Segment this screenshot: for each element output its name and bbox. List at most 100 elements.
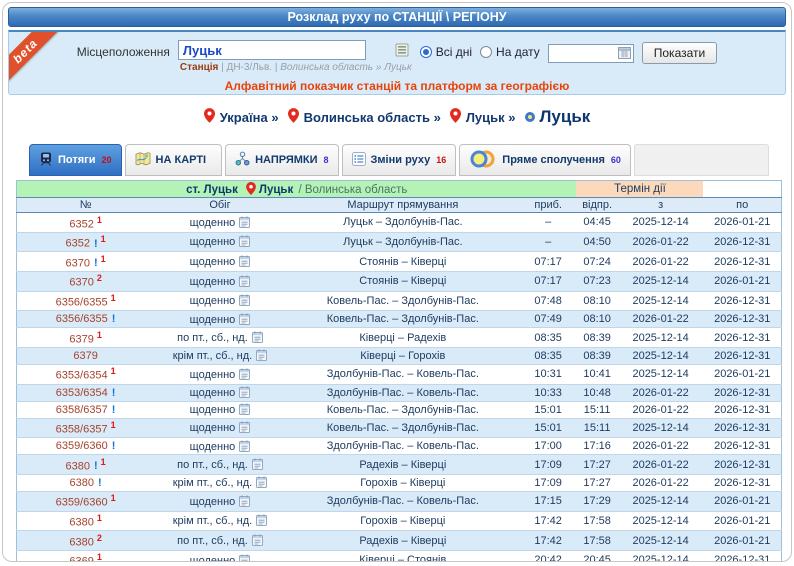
train-number-link[interactable]: 6353/6354 bbox=[56, 387, 108, 399]
schedule-change-icon: ! bbox=[112, 387, 116, 399]
cell-valid-from: 2026-01-22 bbox=[618, 401, 704, 418]
pin-icon bbox=[450, 108, 461, 126]
breadcrumb-item-city[interactable]: Луцьк » bbox=[450, 108, 516, 126]
cell-valid-from: 2026-01-22 bbox=[618, 455, 704, 475]
cell-departure: 04:50 bbox=[576, 232, 617, 252]
calendar-icon[interactable] bbox=[256, 350, 267, 362]
cell-train-number: 63791 bbox=[17, 328, 155, 348]
footnote-number: 1 bbox=[111, 366, 116, 376]
tab-count: 16 bbox=[436, 155, 446, 165]
show-button[interactable]: Показати bbox=[642, 42, 717, 64]
train-number-link[interactable]: 6379 bbox=[69, 333, 93, 345]
calendar-icon[interactable] bbox=[256, 515, 267, 527]
cell-valid-from: 2025-12-14 bbox=[618, 418, 704, 438]
term-header-cell: Термін дії bbox=[576, 181, 703, 198]
calendar-icon[interactable] bbox=[239, 276, 250, 288]
calendar-icon[interactable] bbox=[252, 535, 263, 547]
calendar-icon[interactable] bbox=[239, 369, 250, 381]
train-number-link[interactable]: 6380 bbox=[70, 477, 94, 489]
train-number-link[interactable]: 6359/6360 bbox=[56, 440, 108, 452]
location-input[interactable] bbox=[178, 40, 366, 60]
cell-valid-from: 2025-12-14 bbox=[618, 491, 704, 511]
cell-valid-to: 2026-12-31 bbox=[703, 291, 781, 311]
train-number-link[interactable]: 6370 bbox=[69, 277, 93, 289]
cell-train-number: 6380! bbox=[17, 474, 155, 491]
train-number-link[interactable]: 6370 bbox=[66, 257, 90, 269]
train-number-link[interactable]: 6380 bbox=[69, 517, 93, 529]
train-number-link[interactable]: 6369 bbox=[69, 556, 93, 562]
calendar-icon[interactable] bbox=[239, 422, 250, 434]
cell-route: Луцьк – Здолбунів-Пас. bbox=[286, 232, 520, 252]
calendar-icon[interactable] bbox=[252, 459, 263, 471]
train-number-link[interactable]: 6358/6357 bbox=[56, 424, 108, 436]
calendar-icon[interactable] bbox=[239, 555, 250, 562]
obih-text: щоденно bbox=[190, 496, 236, 508]
calendar-icon[interactable] bbox=[239, 314, 250, 326]
cell-obih: щоденно bbox=[154, 252, 286, 272]
obih-text: щоденно bbox=[190, 295, 236, 307]
train-number-link[interactable]: 6356/6355 bbox=[56, 313, 108, 325]
obih-text: щоденно bbox=[190, 387, 236, 399]
train-number-link[interactable]: 6380 bbox=[66, 460, 90, 472]
breadcrumb-item-region[interactable]: Волинська область » bbox=[288, 108, 441, 126]
on-date-radio[interactable]: На дату bbox=[480, 45, 540, 59]
station-select-icon[interactable] bbox=[395, 43, 409, 62]
train-number-link[interactable]: 6359/6360 bbox=[56, 497, 108, 509]
tab-label: НА КАРТІ bbox=[156, 154, 207, 166]
radio-unselected-icon bbox=[480, 46, 492, 58]
calendar-picker-icon[interactable] bbox=[618, 46, 631, 64]
calendar-icon[interactable] bbox=[256, 477, 267, 489]
train-number-link[interactable]: 6352 bbox=[69, 218, 93, 230]
obih-text: щоденно bbox=[190, 256, 236, 268]
location-input-column: Станція | ДН-3/Льв. | Волинська область … bbox=[178, 40, 412, 73]
calendar-icon[interactable] bbox=[239, 404, 250, 416]
table-row: 63691щоденноКіверці – Стоянів20:4220:452… bbox=[17, 550, 782, 562]
obih-text: щоденно bbox=[190, 236, 236, 248]
cell-departure: 08:39 bbox=[576, 347, 617, 364]
schedule-change-icon: ! bbox=[112, 440, 116, 452]
cell-valid-from: 2026-01-22 bbox=[618, 474, 704, 491]
col-obih: Обіг bbox=[154, 198, 286, 213]
train-number-link[interactable]: 6358/6357 bbox=[56, 404, 108, 416]
calendar-icon[interactable] bbox=[239, 295, 250, 307]
calendar-icon[interactable] bbox=[239, 217, 250, 229]
train-number-link[interactable]: 6352 bbox=[66, 238, 90, 250]
tab-directions[interactable]: НАПРЯМКИ 8 bbox=[225, 144, 338, 176]
obih-text: по пт., сб., нд. bbox=[177, 459, 248, 471]
cell-departure: 20:45 bbox=[576, 550, 617, 562]
train-number-link[interactable]: 6356/6355 bbox=[56, 297, 108, 309]
train-number-link[interactable]: 6353/6354 bbox=[56, 370, 108, 382]
tab-trains[interactable]: Потяги 20 bbox=[29, 144, 122, 176]
calendar-icon[interactable] bbox=[239, 236, 250, 248]
cell-route: Луцьк – Здолбунів-Пас. bbox=[286, 213, 520, 233]
cell-valid-from: 2026-01-22 bbox=[618, 438, 704, 455]
cell-valid-from: 2025-12-14 bbox=[618, 511, 704, 531]
tab-on-map[interactable]: НА КАРТІ bbox=[125, 144, 223, 176]
calendar-icon[interactable] bbox=[252, 332, 263, 344]
obih-text: крім пт., сб., нд. bbox=[173, 515, 252, 527]
calendar-icon[interactable] bbox=[239, 441, 250, 453]
cell-route: Стоянів – Ківерці bbox=[286, 271, 520, 291]
cell-valid-to: 2026-12-31 bbox=[703, 311, 781, 328]
tab-direct-connection[interactable]: Пряме сполучення 60 bbox=[459, 144, 631, 176]
train-number-link[interactable]: 6379 bbox=[73, 350, 97, 362]
table-row: 6353/63541щоденноЗдолбунів-Пас. – Ковель… bbox=[17, 364, 782, 384]
all-days-radio[interactable]: Всі дні bbox=[420, 45, 472, 59]
table-row: 6370!1щоденноСтоянів – Ківерці07:1707:24… bbox=[17, 252, 782, 272]
cell-train-number: 63691 bbox=[17, 550, 155, 562]
calendar-icon[interactable] bbox=[239, 496, 250, 508]
breadcrumb-item-country[interactable]: Україна » bbox=[204, 108, 279, 126]
breadcrumb-label: Луцьк » bbox=[466, 110, 516, 125]
railway-code: ДН-3/Льв. bbox=[227, 62, 273, 73]
cell-valid-from: 2026-01-22 bbox=[618, 232, 704, 252]
station-city-link[interactable]: Луцьк bbox=[259, 184, 293, 196]
obih-text: щоденно bbox=[190, 217, 236, 229]
cell-departure: 07:24 bbox=[576, 252, 617, 272]
calendar-icon[interactable] bbox=[239, 256, 250, 268]
calendar-icon[interactable] bbox=[239, 387, 250, 399]
train-number-link[interactable]: 6380 bbox=[69, 536, 93, 548]
tab-schedule-changes[interactable]: Зміни руху 16 bbox=[342, 144, 457, 176]
alphabetical-index-link[interactable]: Алфавітний показчик станцій та платформ … bbox=[225, 79, 570, 93]
tab-label: Зміни руху bbox=[371, 154, 431, 166]
tab-label: Потяги bbox=[58, 154, 96, 166]
